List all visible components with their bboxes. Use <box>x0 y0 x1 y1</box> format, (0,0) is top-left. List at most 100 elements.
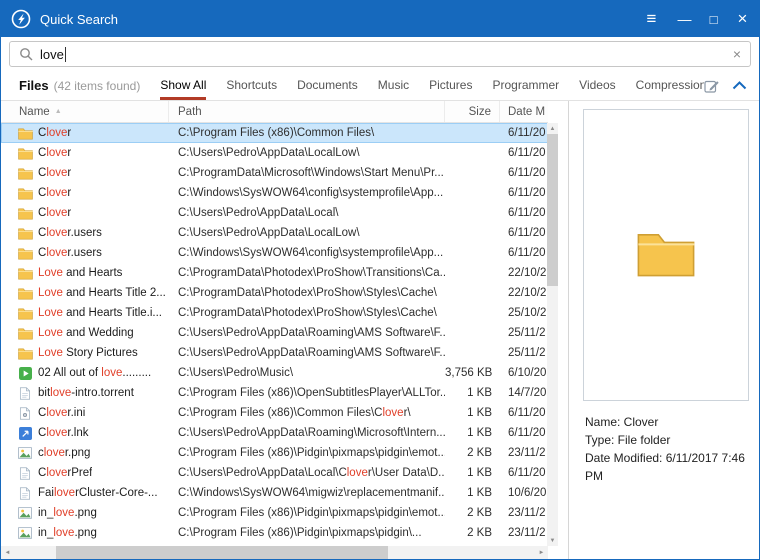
file-date-cell: 6/11/20 <box>508 427 546 439</box>
table-row[interactable]: Clover.ini C:\Program Files (x86)\Common … <box>1 403 548 423</box>
file-path-cell: C:\ProgramData\Microsoft\Windows\Start M… <box>178 167 444 179</box>
table-row[interactable]: clover.png C:\Program Files (x86)\Pidgin\… <box>1 443 548 463</box>
tab-music[interactable]: Music <box>378 71 409 100</box>
table-row[interactable]: Love and Hearts C:\ProgramData\Photodex\P… <box>1 263 548 283</box>
clear-search-icon[interactable]: × <box>733 47 741 61</box>
table-row[interactable]: Love Story Pictures C:\Users\Pedro\AppDat… <box>1 343 548 363</box>
file-name-cell: 02 All out of love......... <box>1 366 169 380</box>
table-row[interactable]: CloverPref C:\Users\Pedro\AppData\Local\C… <box>1 463 548 483</box>
tab-documents[interactable]: Documents <box>297 71 358 100</box>
tab-bar: Files (42 items found) Show All Shortcuts D… <box>1 71 759 101</box>
file-size-cell: 2 KB <box>467 527 492 539</box>
file-name-cell: bitlove-intro.torrent <box>1 386 169 400</box>
file-path-cell: C:\Users\Pedro\AppData\Local\ <box>178 207 339 219</box>
edit-icon[interactable] <box>704 78 720 94</box>
folder-icon <box>17 187 33 200</box>
column-name[interactable]: Name ▲ <box>1 101 169 122</box>
file-name-cell: Love Story Pictures <box>1 347 169 360</box>
file-size-cell: 2 KB <box>467 507 492 519</box>
window-title: Quick Search <box>40 11 119 27</box>
tab-videos[interactable]: Videos <box>579 71 615 100</box>
table-row[interactable]: Clover.users C:\Users\Pedro\AppData\Local… <box>1 223 548 243</box>
table-row[interactable]: Clover C:\Users\Pedro\AppData\Local\ 6/11/… <box>1 203 548 223</box>
title-bar: Quick Search ≡ — □ × <box>1 1 759 37</box>
file-name-cell: Clover <box>1 127 169 140</box>
table-row[interactable]: Clover.lnk C:\Users\Pedro\AppData\Roaming… <box>1 423 548 443</box>
table-row[interactable]: in_love.png C:\Program Files (x86)\Pidgin… <box>1 503 548 523</box>
horizontal-scrollbar[interactable]: ◄ ► <box>1 546 548 559</box>
column-header: Name ▲ Path Size Date M <box>1 101 548 123</box>
file-date-cell: 23/11/2 <box>508 527 546 539</box>
table-row[interactable]: bitlove-intro.torrent C:\Program Files (x… <box>1 383 548 403</box>
search-input[interactable]: love × <box>9 41 751 67</box>
table-row[interactable]: Love and Hearts Title.i... C:\ProgramData… <box>1 303 548 323</box>
file-path-cell: C:\ProgramData\Photodex\ProShow\Transiti… <box>178 267 445 279</box>
file-date-cell: 23/11/2 <box>508 447 546 459</box>
preview-name: Name: Clover <box>585 415 659 429</box>
search-icon <box>19 47 33 61</box>
file-name-cell: CloverPref <box>1 466 169 480</box>
folder-icon <box>17 227 33 240</box>
maximize-icon[interactable]: □ <box>699 1 728 37</box>
vertical-scrollbar[interactable]: ▲ ▼ <box>547 123 558 546</box>
file-date-cell: 14/7/20 <box>508 387 547 399</box>
media-icon <box>17 366 33 380</box>
file-date-cell: 6/11/20 <box>508 187 546 199</box>
scroll-up-icon[interactable]: ▲ <box>547 123 558 134</box>
file-name-cell: clover.png <box>1 447 169 459</box>
file-date-cell: 6/11/20 <box>508 147 546 159</box>
scroll-left-icon[interactable]: ◄ <box>1 546 14 559</box>
minimize-icon[interactable]: — <box>670 1 699 37</box>
folder-icon <box>17 307 33 320</box>
folder-icon <box>17 347 33 360</box>
close-icon[interactable]: × <box>728 1 757 37</box>
tab-programmer[interactable]: Programmer <box>492 71 559 100</box>
file-path-cell: C:\Users\Pedro\AppData\Roaming\Microsoft… <box>178 427 445 439</box>
horizontal-scrollbar-thumb[interactable] <box>56 546 388 559</box>
file-size-cell: 1 KB <box>467 427 492 439</box>
tab-list: Show All Shortcuts Documents Music Pictures P… <box>160 71 704 100</box>
column-date-modified[interactable]: Date M <box>500 101 548 122</box>
vertical-scrollbar-thumb[interactable] <box>547 134 558 286</box>
table-row[interactable]: in_love.png C:\Program Files (x86)\Pidgin… <box>1 523 548 543</box>
scroll-right-icon[interactable]: ► <box>535 546 548 559</box>
file-name-cell: FailoverCluster-Core-... <box>1 486 169 500</box>
image-icon <box>17 507 33 519</box>
quick-search-window: Quick Search ≡ — □ × love × Files (42 ite… <box>0 0 760 560</box>
table-row[interactable]: Clover C:\Users\Pedro\AppData\LocalLow\ 6/… <box>1 143 548 163</box>
column-path[interactable]: Path <box>169 101 445 122</box>
file-name-cell: Clover.lnk <box>1 426 169 440</box>
file-path-cell: C:\Users\Pedro\AppData\Local\Clover\User… <box>178 467 445 479</box>
file-path-cell: C:\Program Files (x86)\OpenSubtitlesPlay… <box>178 387 445 399</box>
file-date-cell: 6/11/20 <box>508 467 546 479</box>
file-path-cell: C:\Program Files (x86)\Common Files\Clov… <box>178 407 411 419</box>
table-row[interactable]: Love and Hearts Title 2... C:\ProgramData… <box>1 283 548 303</box>
file-name-cell: Clover <box>1 187 169 200</box>
file-name-cell: Clover.ini <box>1 406 169 420</box>
table-row[interactable]: Clover C:\Windows\SysWOW64\config\systemp… <box>1 183 548 203</box>
tab-compression[interactable]: Compression <box>636 71 704 100</box>
file-date-cell: 6/11/20 <box>508 247 546 259</box>
table-row[interactable]: Clover C:\Program Files (x86)\Common File… <box>1 123 548 143</box>
folder-icon <box>17 327 33 340</box>
tab-show-all[interactable]: Show All <box>160 71 207 100</box>
table-row[interactable]: Love and Wedding C:\Users\Pedro\AppData\R… <box>1 323 548 343</box>
doc-icon <box>17 466 33 480</box>
menu-icon[interactable]: ≡ <box>637 1 666 37</box>
tab-pictures[interactable]: Pictures <box>429 71 472 100</box>
tab-shortcuts[interactable]: Shortcuts <box>226 71 277 100</box>
table-row[interactable]: FailoverCluster-Core-... C:\Windows\SysWO… <box>1 483 548 503</box>
column-size[interactable]: Size <box>445 101 500 122</box>
scroll-down-icon[interactable]: ▼ <box>547 535 558 546</box>
collapse-chevron-icon[interactable] <box>732 81 747 90</box>
table-row[interactable]: 02 All out of love......... C:\Users\Pedr… <box>1 363 548 383</box>
text-caret <box>64 46 66 62</box>
file-path-cell: C:\Users\Pedro\AppData\Roaming\AMS Softw… <box>178 327 445 339</box>
doc-icon <box>17 486 33 500</box>
file-path-cell: C:\Users\Pedro\AppData\LocalLow\ <box>178 147 360 159</box>
preview-info: Name: Clover Type: File folder Date Modi… <box>583 413 749 485</box>
search-query-text: love <box>40 46 64 62</box>
file-date-cell: 6/11/20 <box>508 127 546 139</box>
table-row[interactable]: Clover.users C:\Windows\SysWOW64\config\s… <box>1 243 548 263</box>
table-row[interactable]: Clover C:\ProgramData\Microsoft\Windows\S… <box>1 163 548 183</box>
